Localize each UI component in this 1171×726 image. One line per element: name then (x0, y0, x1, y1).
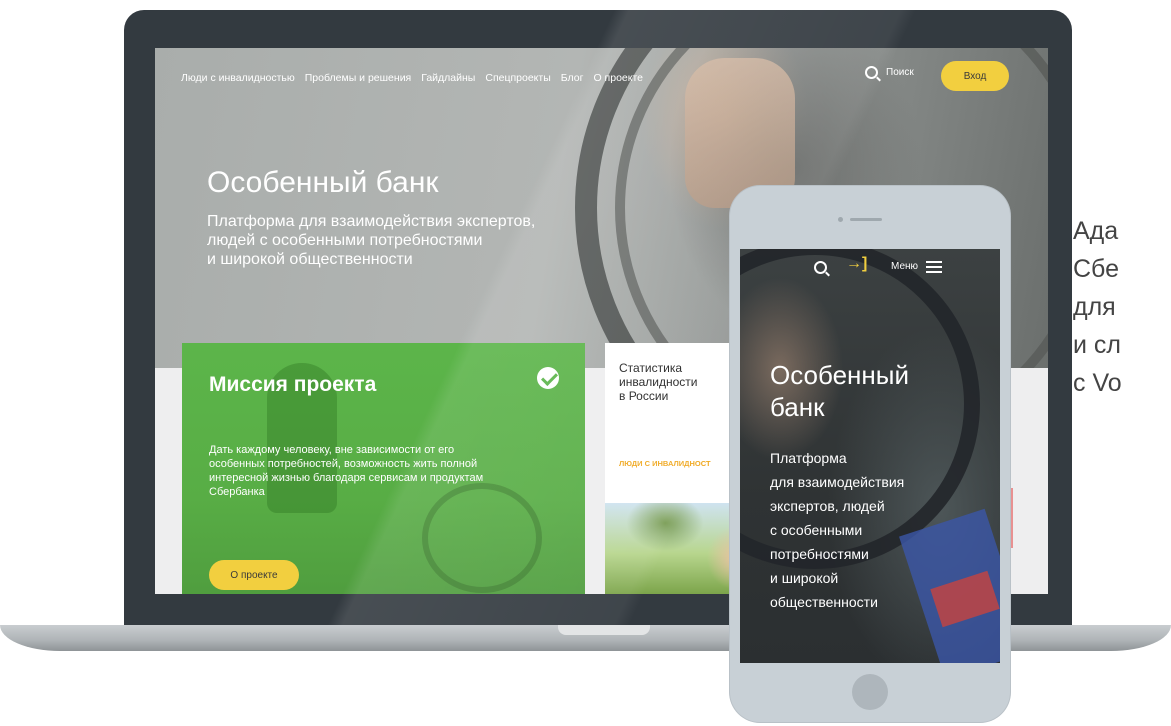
about-project-button[interactable]: О проекте (209, 560, 299, 590)
phone-subtitle-line: с особенными (770, 522, 863, 538)
search-button[interactable]: Поиск (865, 66, 914, 79)
search-label: Поиск (886, 67, 914, 78)
phone-home-button[interactable] (852, 674, 888, 710)
phone-hero-subtitle: Платформа для взаимодействия экспертов, … (770, 446, 980, 614)
phone-subtitle-line: общественности (770, 594, 878, 610)
caption-line: Ада (1073, 217, 1119, 245)
phone-subtitle-line: потребностями (770, 546, 869, 562)
mission-card: Миссия проекта Дать каждому человеку, вн… (182, 343, 585, 594)
phone-screen: →] Меню Особенный банк Платформа для вза… (740, 249, 1000, 663)
caption-line: и сл (1073, 331, 1121, 359)
phone-subtitle-line: Платформа (770, 450, 847, 466)
search-icon (865, 66, 878, 79)
hero-subtitle-line: и широкой общественности (207, 251, 413, 268)
phone-title-line: банк (770, 392, 825, 422)
caption-line: Сбе (1073, 255, 1119, 283)
menu-icon[interactable] (926, 261, 942, 273)
stats-title-line: Статистика (619, 361, 683, 375)
laptop-notch (558, 625, 650, 635)
hero-subtitle-line: людей с особенными потребностями (207, 232, 483, 249)
caption-line: с Vo (1073, 369, 1122, 397)
mission-text: Дать каждому человеку, вне зависимости о… (209, 444, 484, 498)
search-icon[interactable] (814, 261, 827, 274)
nav-link-special-projects[interactable]: Спецпроекты (485, 72, 550, 84)
login-button[interactable]: Вход (941, 61, 1009, 91)
hero-subtitle: Платформа для взаимодействия экспертов, … (207, 212, 587, 269)
phone-device: →] Меню Особенный банк Платформа для вза… (730, 186, 1010, 722)
phone-title-line: Особенный (770, 360, 909, 390)
caption-text: Ада Сбе для и сл с Vo (1073, 212, 1171, 402)
phone-subtitle-line: и широкой (770, 570, 839, 586)
hero-subtitle-line: Платформа для взаимодействия экспертов, (207, 213, 536, 230)
stats-title-line: в России (619, 389, 669, 403)
phone-camera (838, 217, 843, 222)
nav-link-blog[interactable]: Блог (561, 72, 584, 84)
phone-subtitle-line: экспертов, людей (770, 498, 885, 514)
nav-link-problems[interactable]: Проблемы и решения (305, 72, 412, 84)
phone-speaker (850, 218, 882, 221)
sber-logo-icon (537, 367, 559, 389)
top-navigation: Люди с инвалидностью Проблемы и решения … (181, 70, 653, 86)
hero-title: Особенный банк (207, 166, 439, 199)
phone-subtitle-line: для взаимодействия (770, 474, 905, 490)
nav-link-guidelines[interactable]: Гайдлайны (421, 72, 475, 84)
stats-title-line: инвалидности (619, 375, 698, 389)
menu-label[interactable]: Меню (891, 261, 918, 272)
stats-title: Статистика инвалидности в России (619, 361, 729, 403)
caption-line: для (1073, 293, 1116, 321)
login-icon[interactable]: →] (846, 255, 867, 273)
stats-tag: ЛЮДИ С ИНВАЛИДНОСТ (619, 459, 711, 468)
phone-hero-title: Особенный банк (770, 359, 909, 423)
nav-link-about[interactable]: О проекте (593, 72, 643, 84)
mission-title: Миссия проекта (209, 373, 377, 396)
nav-link-people[interactable]: Люди с инвалидностью (181, 72, 295, 84)
